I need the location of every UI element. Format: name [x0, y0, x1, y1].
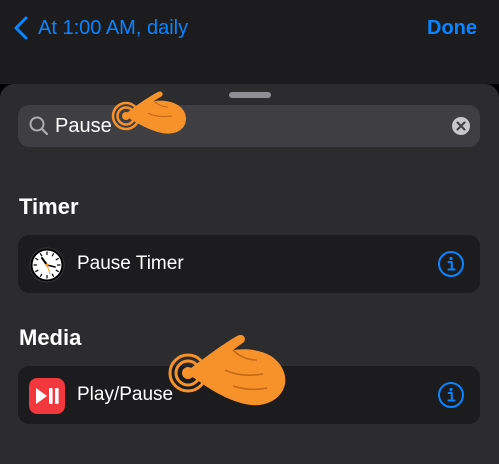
search-input[interactable]: Pause — [55, 114, 112, 138]
action-row-play-pause[interactable]: Play/Pause — [18, 366, 480, 424]
info-icon[interactable] — [437, 250, 465, 278]
search-icon — [29, 116, 49, 136]
navigation-bar: At 1:00 AM, daily Done — [0, 0, 499, 84]
chevron-left-icon[interactable] — [12, 15, 30, 41]
sheet-grabber[interactable] — [229, 92, 271, 98]
action-label-play-pause: Play/Pause — [77, 384, 174, 405]
action-search-sheet: Pause Timer Pause Timer Media Play/Pause — [0, 84, 499, 464]
section-title-timer: Timer — [19, 194, 79, 219]
done-button[interactable]: Done — [427, 15, 477, 41]
action-row-pause-timer[interactable]: Pause Timer — [18, 235, 480, 293]
info-icon[interactable] — [437, 381, 465, 409]
section-title-media: Media — [19, 325, 82, 350]
clock-icon — [29, 247, 65, 283]
back-button[interactable]: At 1:00 AM, daily — [38, 15, 188, 41]
play-pause-icon — [29, 378, 65, 414]
clear-circle-icon[interactable] — [451, 116, 471, 136]
action-label-pause-timer: Pause Timer — [77, 253, 184, 274]
search-field[interactable]: Pause — [18, 105, 480, 147]
